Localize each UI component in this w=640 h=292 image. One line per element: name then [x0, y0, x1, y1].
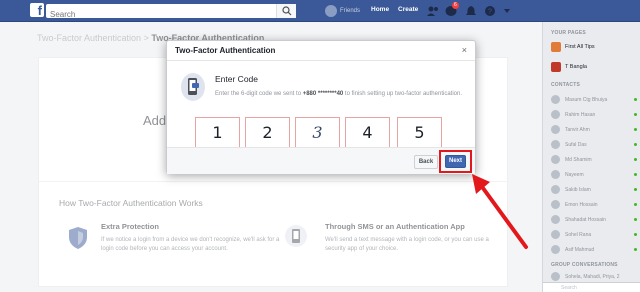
avatar	[551, 185, 560, 194]
search-input[interactable]	[46, 7, 271, 22]
contact-name: Masum Ctg Bhuiya	[565, 96, 608, 103]
search-icon	[282, 6, 292, 16]
profile-name: Friends	[340, 8, 361, 14]
avatar	[551, 245, 560, 254]
avatar	[551, 95, 560, 104]
contact-item[interactable]: Nayeem	[551, 170, 637, 179]
avatar	[551, 155, 560, 164]
avatar	[325, 5, 337, 17]
contact-item[interactable]: Asif Mahmud	[551, 245, 637, 254]
profile-link[interactable]: Friends	[325, 4, 360, 18]
desc-suffix: to finish setting up two-factor authenti…	[343, 91, 462, 97]
code-digit-2[interactable]: 2	[245, 117, 290, 149]
notifications-icon[interactable]	[464, 4, 478, 18]
contact-name: Emon Hossain	[565, 201, 598, 208]
online-dot	[634, 248, 637, 251]
avatar	[551, 110, 560, 119]
contact-name: Sohel Rana	[565, 231, 592, 238]
page-name: First All Tips	[565, 44, 595, 50]
avatar	[551, 170, 560, 179]
online-dot	[634, 113, 637, 116]
contact-name: Shahadat Hossain	[565, 216, 606, 223]
group-conversation-item[interactable]: Sohela, Mahadi, Priya, 2	[551, 272, 637, 281]
sidebar-search[interactable]: Search	[543, 282, 640, 292]
next-button-highlight: Next	[439, 150, 472, 173]
code-digit-4[interactable]: 4	[345, 117, 390, 149]
contact-name: Rahim Hasan	[565, 111, 596, 118]
contacts-heading: CONTACTS	[551, 82, 581, 88]
your-pages-heading: YOUR PAGES	[551, 30, 586, 36]
code-digit-1[interactable]: 1	[195, 117, 240, 149]
avatar	[551, 215, 560, 224]
search-box	[46, 4, 296, 22]
contact-item[interactable]: Sakib Islam	[551, 185, 637, 194]
dialog-title: Two-Factor Authentication	[175, 46, 276, 55]
svg-text:?: ?	[488, 9, 492, 16]
page-name: T Bangla	[565, 64, 587, 70]
home-link[interactable]: Home	[371, 6, 389, 13]
contact-item[interactable]: Sufal Das	[551, 140, 637, 149]
next-button[interactable]: Next	[445, 155, 466, 168]
page-icon	[551, 62, 561, 72]
contact-name: Asif Mahmud	[565, 246, 595, 253]
contact-item[interactable]: Sohel Rana	[551, 230, 637, 239]
avatar	[551, 272, 560, 281]
code-digit-5[interactable]: 5	[397, 117, 442, 149]
avatar	[551, 125, 560, 134]
masked-phone-number: +880 ********40	[302, 91, 344, 97]
annotation-arrow-icon	[472, 174, 528, 249]
facebook-logo[interactable]: f	[30, 3, 44, 17]
page-item[interactable]: First All Tips	[551, 42, 595, 52]
contact-item[interactable]: Md Shamim	[551, 155, 637, 164]
account-menu-icon[interactable]	[500, 4, 514, 18]
online-dot	[634, 218, 637, 221]
code-digit-3[interactable]: 3	[295, 117, 340, 149]
friend-requests-icon[interactable]	[426, 4, 440, 18]
contact-name: Sakib Islam	[565, 186, 591, 193]
contact-item[interactable]: Tanvir Ahm	[551, 125, 637, 134]
avatar	[551, 230, 560, 239]
online-dot	[634, 203, 637, 206]
desc-prefix: Enter the 6-digit code we sent to	[215, 91, 303, 97]
top-navigation-bar: f Friends Home Create 6 ?	[0, 0, 640, 22]
online-dot	[634, 233, 637, 236]
contact-item[interactable]: Masum Ctg Bhuiya	[551, 95, 637, 104]
online-dot	[634, 158, 637, 161]
online-dot	[634, 173, 637, 176]
online-dot	[634, 188, 637, 191]
contact-name: Sufal Das	[565, 141, 587, 148]
contact-item[interactable]: Shahadat Hossain	[551, 215, 637, 224]
contact-item[interactable]: Emon Hossain	[551, 200, 637, 209]
messages-icon[interactable]: 6	[444, 2, 459, 18]
contact-name: Tanvir Ahm	[565, 126, 590, 133]
page-icon	[551, 42, 561, 52]
online-dot	[634, 143, 637, 146]
dialog-footer: Back Next	[167, 147, 475, 174]
right-sidebar: YOUR PAGES First All Tips T Bangla CONTA…	[542, 22, 640, 292]
back-button[interactable]: Back	[414, 155, 438, 169]
online-dot	[634, 128, 637, 131]
contact-name: Nayeem	[565, 171, 584, 178]
contact-item[interactable]: Rahim Hasan	[551, 110, 637, 119]
contact-name: Md Shamim	[565, 156, 592, 163]
two-factor-dialog: Two-Factor Authentication × Enter Code E…	[166, 40, 476, 174]
enter-code-heading: Enter Code	[215, 74, 258, 84]
page-item[interactable]: T Bangla	[551, 62, 587, 72]
close-icon[interactable]: ×	[462, 45, 467, 55]
group-conversations-heading: GROUP CONVERSATIONS	[551, 262, 618, 268]
notification-badge: 6	[452, 2, 459, 9]
phone-code-icon	[181, 73, 205, 101]
help-icon[interactable]: ?	[483, 4, 497, 18]
search-button[interactable]	[276, 4, 296, 18]
dialog-header: Two-Factor Authentication ×	[167, 41, 475, 61]
online-dot	[634, 98, 637, 101]
group-name: Sohela, Mahadi, Priya, 2	[565, 273, 620, 280]
create-link[interactable]: Create	[398, 6, 418, 13]
avatar	[551, 140, 560, 149]
enter-code-description: Enter the 6-digit code we sent to +880 *…	[215, 90, 465, 99]
avatar	[551, 200, 560, 209]
